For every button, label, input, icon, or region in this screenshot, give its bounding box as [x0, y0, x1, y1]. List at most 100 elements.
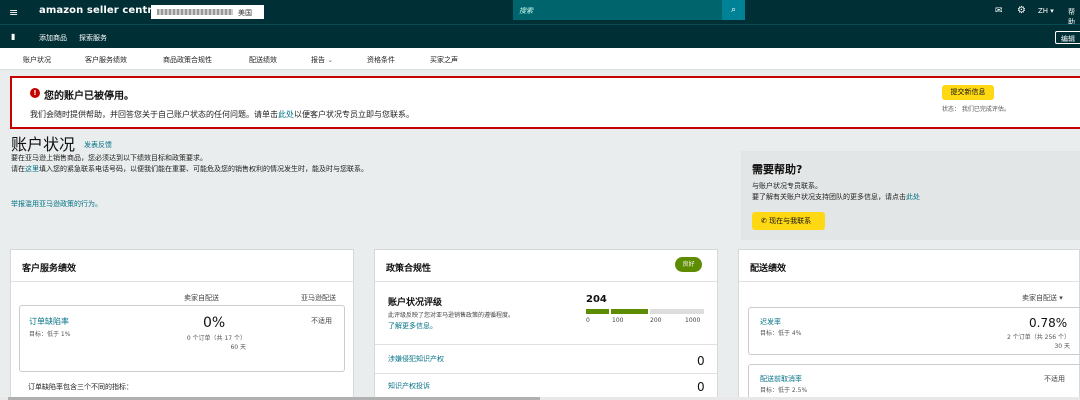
error-icon: !: [30, 88, 40, 98]
divider: [375, 373, 717, 374]
order-defect-rate-detail: 0 个订单（共 17 个） 60 天: [180, 334, 246, 352]
edit-bookmarks-button[interactable]: 编辑: [1055, 31, 1080, 44]
report-abuse-link[interactable]: 举报滥用亚马逊政策的行为。: [11, 199, 102, 209]
rating-bar-segment-1: [586, 309, 609, 314]
policy-compliance-card: 政策合规性 良好 账户状况评级 此评级反映了您对亚马逊销售政策的遵循程度。 了解…: [374, 249, 718, 400]
rating-score: 204: [586, 294, 607, 305]
suspected-ip-violations-link[interactable]: 涉嫌侵犯知识产权: [388, 354, 444, 364]
alert-message-prefix: 我们会随时提供帮助，并回答您关于自己账户状态的任何问题。请单击: [30, 110, 278, 119]
order-count: 0 个订单（共 17 个）: [186, 335, 246, 342]
tick-0: 0: [586, 317, 590, 324]
account-health-rating-title: 账户状况评级: [388, 298, 443, 308]
late-shipment-detail: 2 个订单（共 256 个） 30 天: [984, 333, 1070, 351]
customer-service-card: 客户服务绩效 卖家自配送 亚马逊配送 订单缺陷率 目标：低于 1% 0% 0 个…: [10, 249, 354, 400]
search-input[interactable]: 搜索: [513, 0, 722, 20]
cancel-rate-link[interactable]: 配送前取消率: [760, 374, 802, 384]
tick-200: 200: [650, 317, 662, 324]
tab-customer-service[interactable]: 客户服务绩效: [85, 55, 127, 65]
ip-complaints-count: 0: [697, 380, 705, 394]
rating-bar: [586, 309, 704, 314]
tab-account-health[interactable]: 账户状况: [23, 55, 51, 65]
bookmark-icon[interactable]: ▮: [11, 32, 15, 41]
phone-icon: ✆: [761, 217, 767, 225]
intro-line-2: 请在这里填入您的紧急联系电话号码，以便我们能在重要、可能危及您的销售权利的情况发…: [11, 164, 371, 175]
alert-title: 您的账户已被停用。: [44, 91, 134, 102]
tab-policy-compliance[interactable]: 商品政策合规性: [163, 55, 212, 65]
hamburger-icon[interactable]: ≡: [9, 6, 18, 19]
store-selector[interactable]: 美国: [151, 5, 264, 19]
shipping-performance-card: 配送绩效 卖家自配送 ▾ 迟发率 目标：低于 4% 0.78% 2 个订单（共 …: [738, 249, 1080, 400]
cancel-rate-value: 不适用: [1044, 375, 1065, 383]
account-tabs: 账户状况 客户服务绩效 商品政策合规性 配送绩效 报告 ⌄ 资格条件 买家之声: [0, 48, 1080, 70]
column-seller-fulfilled: 卖家自配送: [184, 294, 219, 302]
intro-text: 要在亚马逊上销售商品，您必须达到以下绩效目标和政策要求。 请在这里填入您的紧急联…: [11, 153, 371, 175]
store-region: 美国: [238, 9, 252, 17]
late-shipment-value: 0.78%: [1029, 316, 1068, 330]
column-amazon-fulfilled: 亚马逊配送: [301, 294, 336, 302]
help-title: 需要帮助?: [752, 163, 803, 176]
seller-central-logo[interactable]: amazon seller central: [39, 5, 163, 16]
submit-new-info-button[interactable]: 提交新信息: [942, 85, 994, 100]
help-line-2-text: 要了解有关账户状况支持团队的更多信息，请点击: [752, 193, 906, 201]
tick-1000: 1000: [685, 317, 701, 324]
alert-message-suffix: 以便客户状况专员立即与您联系。: [294, 110, 414, 119]
tab-shipping[interactable]: 配送绩效: [249, 55, 277, 65]
help-line-2: 要了解有关账户状况支持团队的更多信息，请点击此处: [752, 192, 920, 202]
alert-message: 我们会随时提供帮助，并回答您关于自己账户状态的任何问题。请单击此处以便客户状况专…: [30, 109, 414, 120]
late-order-period: 30 天: [1054, 343, 1070, 350]
policy-compliance-title: 政策合规性: [386, 264, 432, 274]
status-badge: 良好: [675, 257, 702, 272]
tab-eligibility[interactable]: 资格条件: [367, 55, 395, 65]
feedback-link[interactable]: 发表反馈: [84, 140, 112, 150]
tab-reports[interactable]: 报告 ⌄: [311, 55, 333, 65]
pre-fulfillment-cancel-box: 配送前取消率 目标：低于 2.5% 不适用: [748, 364, 1080, 400]
account-deactivated-alert: ! 您的账户已被停用。 我们会随时提供帮助，并回答您关于自己账户状态的任何问题。…: [10, 76, 1080, 129]
late-shipment-target: 目标：低于 4%: [760, 330, 802, 337]
chevron-down-icon: ⌄: [327, 56, 334, 64]
alert-contact-link[interactable]: 此处: [278, 110, 294, 119]
help-more-info-link[interactable]: 此处: [906, 193, 920, 201]
alert-status: 状态： 我们已完成评估。: [942, 106, 1010, 113]
order-period: 60 天: [230, 344, 246, 351]
mail-icon[interactable]: ✉: [995, 6, 1003, 16]
learn-more-link[interactable]: 了解更多信息。: [388, 321, 437, 331]
rating-bar-segment-2: [611, 309, 648, 314]
top-navigation-bar: ≡ amazon seller central 美国 搜索 ⌕ ✉ ⚙ ZH ▾…: [0, 0, 1080, 26]
odr-description: 订单缺陷率包含三个不同的指标：: [28, 383, 133, 391]
shipping-performance-title: 配送绩效: [750, 264, 787, 274]
language-selector[interactable]: ZH ▾: [1038, 7, 1054, 15]
intro-line-2-a: 请在: [11, 165, 25, 173]
tick-100: 100: [612, 317, 624, 324]
late-shipment-box: 迟发率 目标：低于 4% 0.78% 2 个订单（共 256 个） 30 天: [748, 307, 1080, 355]
help-panel: 需要帮助? 与账户状况专员联系。 要了解有关账户状况支持团队的更多信息，请点击此…: [741, 151, 1080, 240]
amazon-fulfilled-value: 不适用: [311, 317, 332, 325]
late-shipment-rate-link[interactable]: 迟发率: [760, 317, 781, 327]
tab-voice-of-buyer[interactable]: 买家之声: [430, 55, 458, 65]
search-button[interactable]: ⌕: [722, 0, 745, 20]
order-defect-rate-value: 0%: [203, 315, 226, 331]
emergency-contact-link[interactable]: 这里: [25, 165, 39, 173]
intro-line-2-b: 填入您的紧急联系电话号码，以便我们能在重要、可能危及您的销售权利的情况发生时，能…: [39, 165, 368, 173]
bookmark-add-product[interactable]: 添加商品: [39, 33, 67, 43]
ip-complaints-link[interactable]: 知识产权投诉: [388, 381, 430, 391]
suspected-ip-violations-count: 0: [697, 354, 705, 368]
contact-me-button[interactable]: ✆ 现在与我联系: [752, 212, 825, 230]
page-title: 账户状况: [11, 135, 76, 154]
tab-reports-label: 报告: [311, 56, 325, 64]
redacted-store-name: [157, 9, 233, 15]
bookmark-explore-services[interactable]: 探索服务: [79, 33, 107, 43]
fulfillment-dropdown[interactable]: 卖家自配送 ▾: [1022, 293, 1063, 303]
order-defect-rate-link[interactable]: 订单缺陷率: [29, 316, 69, 327]
bookmark-bar: ▮ 添加商品 探索服务 编辑: [0, 24, 1080, 48]
gear-icon[interactable]: ⚙: [1017, 5, 1026, 16]
customer-service-title: 客户服务绩效: [22, 264, 77, 274]
help-line-1: 与账户状况专员联系。: [752, 182, 822, 190]
cancel-rate-target: 目标：低于 2.5%: [760, 387, 808, 394]
rating-description: 此评级反映了您对亚马逊销售政策的遵循程度。: [388, 312, 515, 319]
divider: [739, 281, 1079, 282]
order-defect-rate-box: 订单缺陷率 目标：低于 1% 0% 0 个订单（共 17 个） 60 天 不适用: [19, 305, 345, 372]
order-defect-rate-target: 目标：低于 1%: [29, 331, 71, 338]
divider: [375, 344, 717, 345]
late-order-count: 2 个订单（共 256 个）: [1007, 334, 1070, 341]
divider: [375, 281, 717, 282]
